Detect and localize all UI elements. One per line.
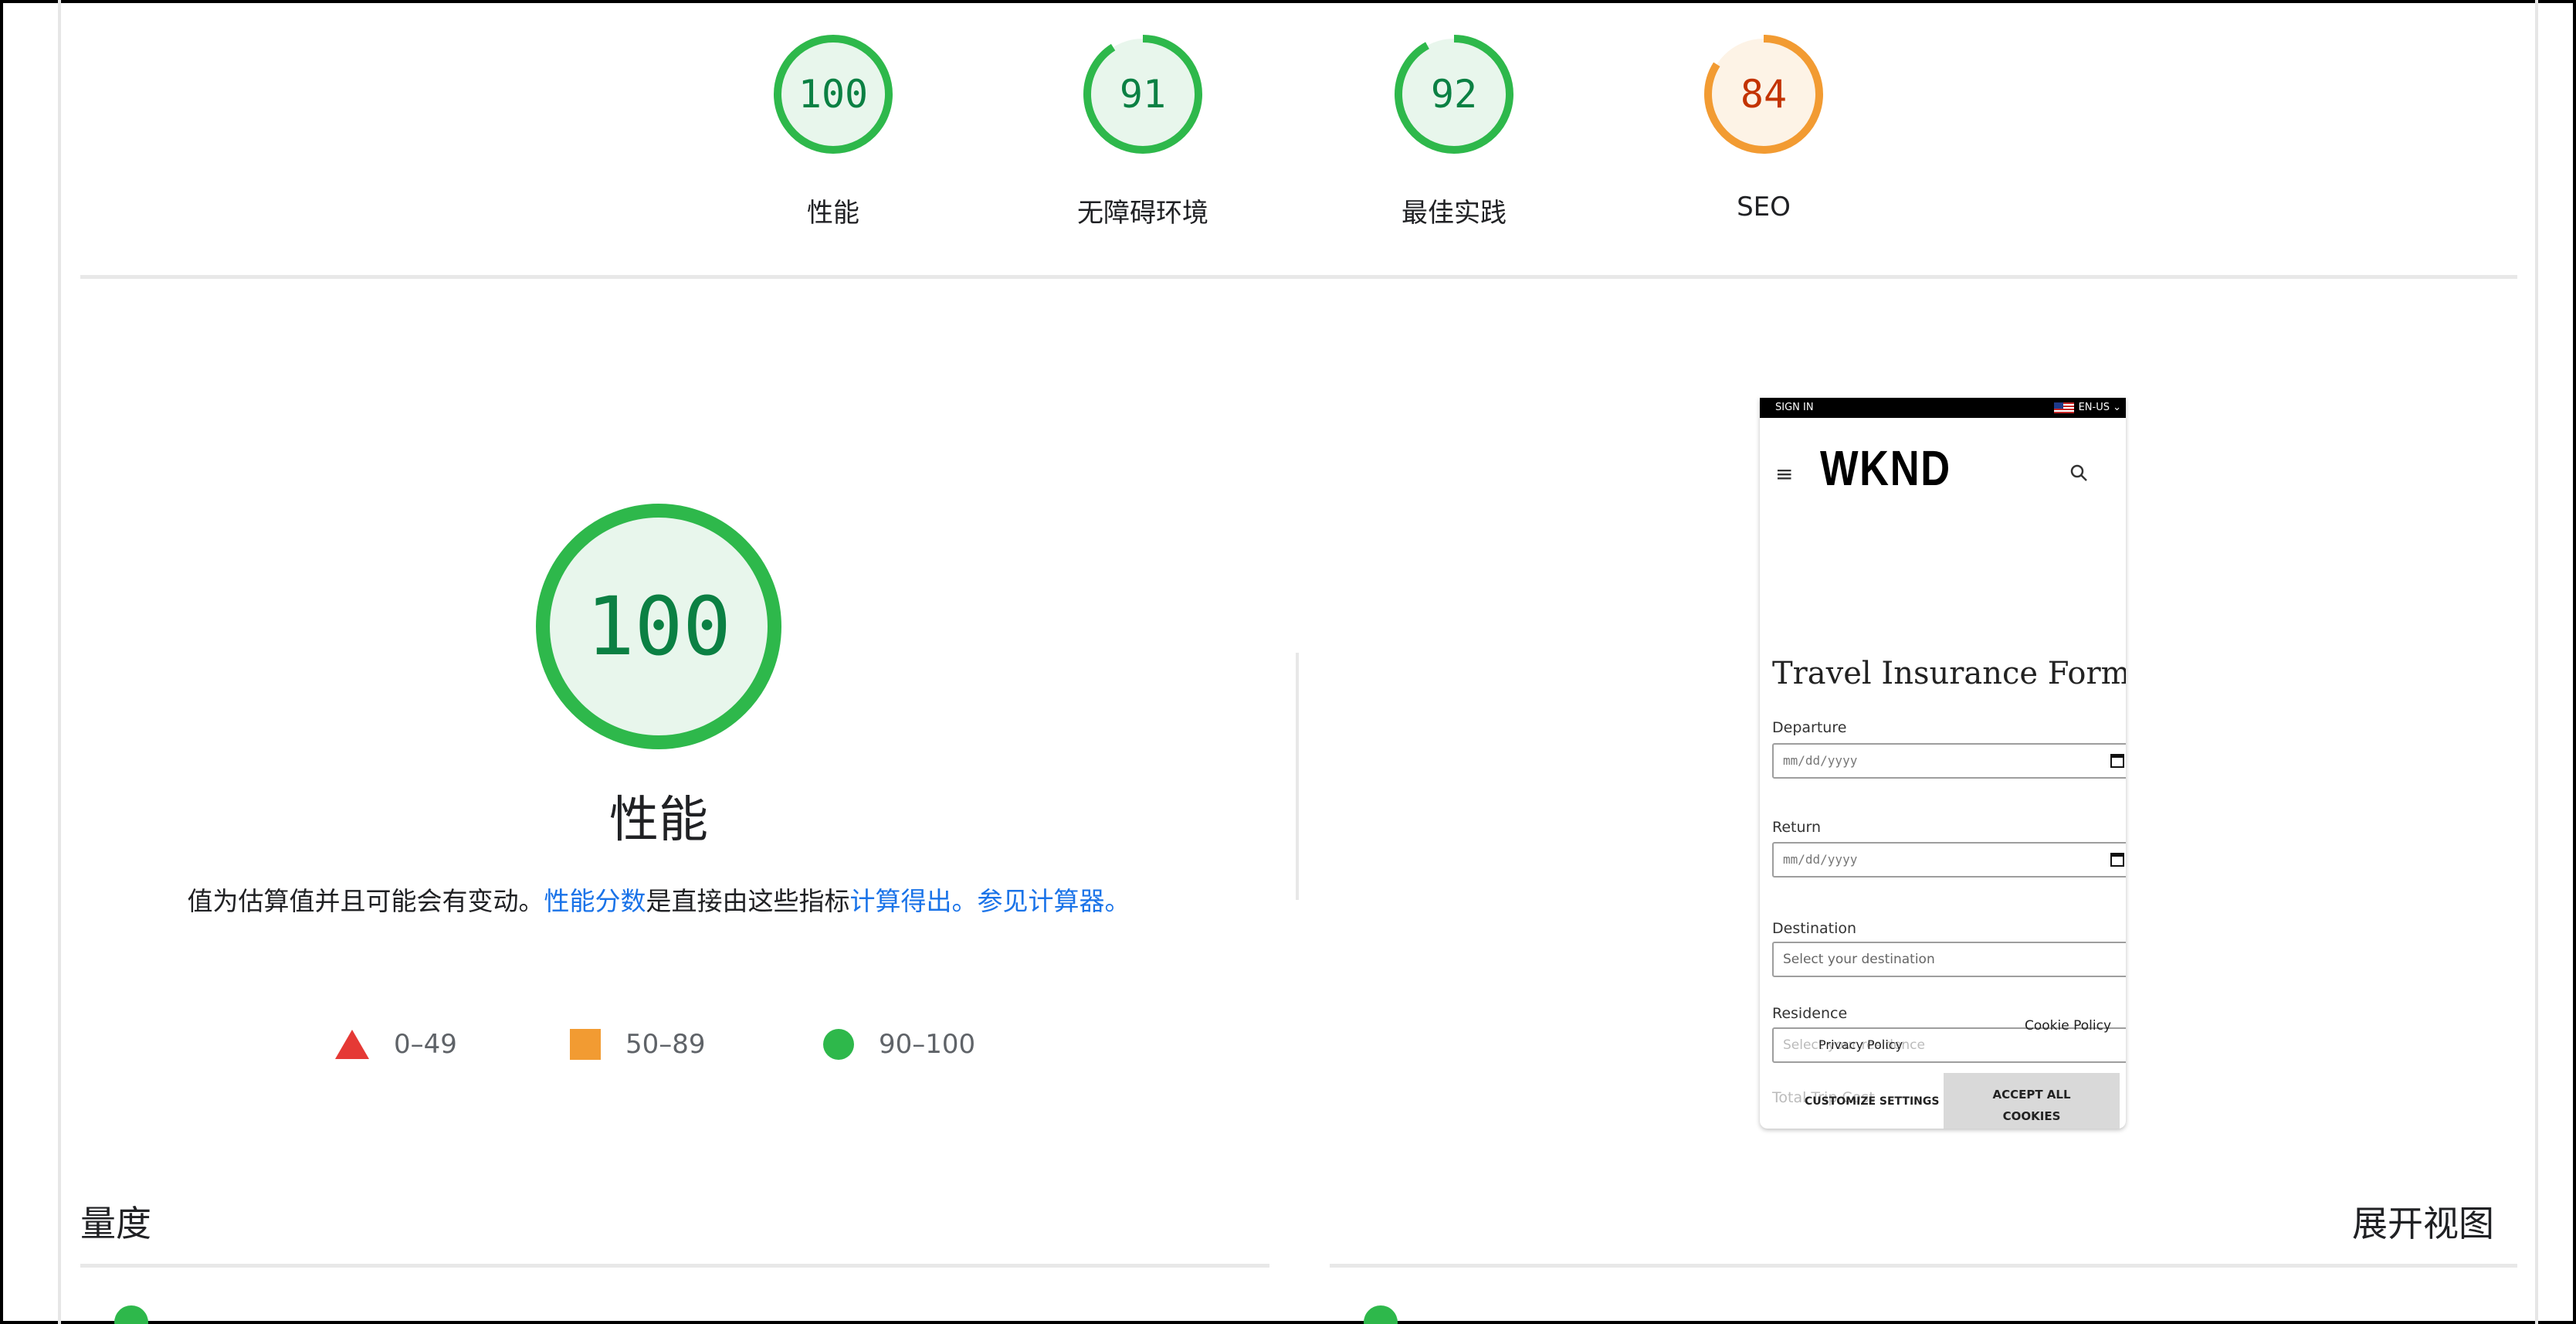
departure-placeholder: mm/dd/yyyy [1783, 753, 1858, 768]
category-gauge[interactable]: 91 [1080, 31, 1206, 158]
performance-description: 值为估算值并且可能会有变动。性能分数是直接由这些指标计算得出。参见计算器。 [93, 881, 1225, 918]
expand-view-toggle[interactable]: 展开视图 [2352, 1196, 2494, 1247]
us-flag-icon [2053, 402, 2074, 413]
red-triangle-icon [335, 1030, 369, 1059]
cookies-label: COOKIES [2002, 1109, 2061, 1123]
return-field: mm/dd/yyyy [1772, 842, 2126, 878]
search-icon [2070, 464, 2087, 481]
category-label[interactable]: 最佳实践 [1338, 192, 1570, 229]
screenshot-language-label: EN-US [2078, 402, 2110, 413]
calendar-icon [2110, 754, 2124, 768]
performance-title: 性能 [609, 792, 708, 849]
category-label[interactable]: SEO [1648, 192, 1879, 222]
legend-range-average: 50–89 [625, 1029, 706, 1060]
category-label[interactable]: 性能 [717, 192, 949, 229]
performance-score-gauge: 100 [531, 499, 786, 754]
screenshot-form-title: Travel Insurance Form [1772, 656, 2126, 691]
page-frame [0, 0, 2576, 1324]
return-label: Return [1772, 819, 1822, 836]
performance-score-link[interactable]: 性能分数 [544, 886, 646, 916]
metrics-title: 量度 [80, 1203, 151, 1244]
gauge-score: 91 [1119, 72, 1167, 117]
right-border-line [2535, 0, 2538, 1324]
category-label[interactable]: 无障碍环境 [1027, 192, 1259, 229]
residence-label: Residence [1772, 1005, 1848, 1022]
legend-range-fail: 0–49 [394, 1029, 457, 1060]
customize-settings-button: CUSTOMIZE SETTINGS [1805, 1095, 1940, 1108]
cookie-policy-link: Cookie Policy [2025, 1018, 2112, 1034]
destination-select: Select your destination [1772, 942, 2126, 977]
metrics-divider-right [1330, 1264, 2517, 1268]
description-text-2: 是直接由这些指标 [646, 886, 850, 916]
screenshot-top-bar: SIGN IN EN-US ⌄ [1760, 398, 2126, 418]
accept-all-cookies-button: ACCEPT ALL COOKIES [1944, 1073, 2120, 1129]
legend-fail: 0–49 [335, 1026, 457, 1063]
screenshot-language: EN-US ⌄ [2053, 402, 2121, 413]
privacy-policy-link: Privacy Policy [1818, 1037, 1903, 1052]
gauge-score: 92 [1430, 72, 1478, 117]
left-border-line [58, 0, 61, 1324]
calendar-icon [2110, 853, 2124, 867]
green-circle-icon [823, 1029, 854, 1060]
calculator-link[interactable]: 参见计算器。 [978, 886, 1130, 916]
gauge-score: 84 [1740, 72, 1788, 117]
metrics-divider-left [80, 1264, 1269, 1268]
gauges-divider [80, 275, 2517, 279]
legend-pass: 90–100 [823, 1026, 975, 1063]
destination-label: Destination [1772, 920, 1857, 937]
hamburger-menu-icon: ≡ [1775, 461, 1794, 487]
vertical-divider [1296, 653, 1299, 900]
calculation-link[interactable]: 计算得出。 [850, 886, 978, 916]
return-placeholder: mm/dd/yyyy [1783, 852, 1858, 867]
screenshot-sign-in: SIGN IN [1775, 402, 1814, 413]
page-screenshot-thumbnail[interactable]: SIGN IN EN-US ⌄ ≡ WKND Travel Insurance … [1760, 398, 2126, 1129]
legend-average: 50–89 [570, 1026, 706, 1063]
departure-field: mm/dd/yyyy [1772, 743, 2126, 779]
departure-label: Departure [1772, 719, 1847, 736]
accept-all-label: ACCEPT ALL [1992, 1088, 2071, 1102]
category-gauge[interactable]: 100 [770, 31, 897, 158]
wknd-logo: WKND [1820, 440, 1951, 496]
category-gauge[interactable]: 84 [1700, 31, 1827, 158]
category-gauge[interactable]: 92 [1391, 31, 1517, 158]
orange-square-icon [570, 1029, 601, 1060]
description-text: 值为估算值并且可能会有变动。 [187, 886, 544, 916]
performance-score-value: 100 [586, 579, 731, 674]
legend-range-pass: 90–100 [879, 1029, 976, 1060]
gauge-score: 100 [798, 72, 869, 117]
